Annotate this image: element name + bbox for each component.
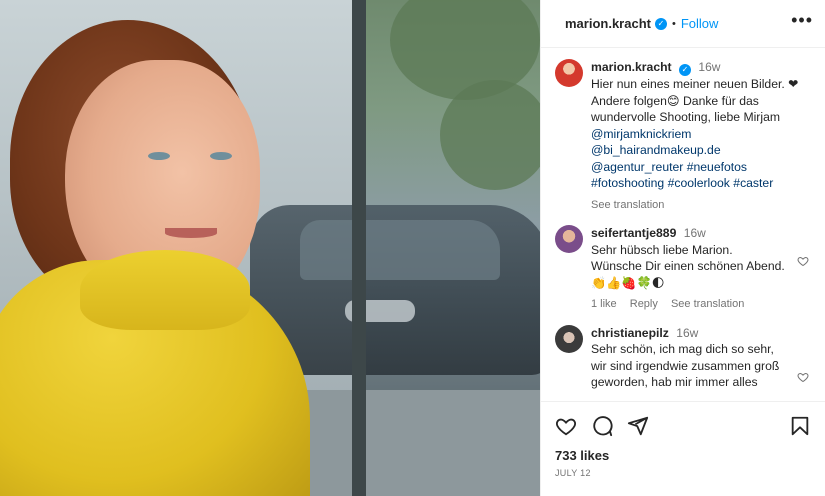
action-bar [555, 414, 811, 438]
post-header: marion.kracht ✓ • Follow ••• [541, 0, 825, 48]
post-side-panel: marion.kracht ✓ • Follow ••• marion.krac… [540, 0, 825, 496]
heart-icon[interactable] [555, 415, 577, 437]
comment-meta: 1 like Reply See translation [591, 296, 811, 313]
comment-time[interactable]: 16w [684, 226, 706, 240]
caption-body: marion.kracht ✓ 16w Hier nun eines meine… [591, 59, 811, 213]
see-translation-link[interactable]: See translation [671, 298, 744, 310]
photo-collar [80, 250, 250, 330]
caption-meta: See translation [591, 197, 811, 214]
caption: marion.kracht ✓ 16w Hier nun eines meine… [555, 59, 811, 213]
comment-like-heart-icon[interactable] [797, 371, 809, 383]
comment-body: christianepilz 16w Sehr schön, ich mag d… [591, 325, 811, 391]
photo-car-window [300, 220, 500, 280]
header-separator: • [671, 17, 676, 30]
more-options-icon[interactable]: ••• [791, 11, 813, 33]
likes-count[interactable]: 733 likes [555, 448, 811, 463]
caption-text-line: wundervolle Shooting, liebe Mirjam [591, 110, 781, 125]
avatar[interactable] [555, 225, 583, 254]
comment-username[interactable]: christianepilz [591, 326, 669, 340]
caption-text-line: Andere folgen😊 Danke für das [591, 93, 759, 108]
photo-eye-left [148, 152, 170, 160]
photo-tree [440, 80, 540, 190]
follow-button[interactable]: Follow [681, 16, 719, 31]
caption-link[interactable]: @bi_hairandmakeup.de [591, 142, 811, 159]
caption-text-line: Hier nun eines meiner neuen Bilder. ❤ [591, 77, 799, 92]
caption-link[interactable]: @agentur_reuter #neuefotos [591, 159, 811, 176]
caption-link[interactable]: #fotoshooting #coolerlook #caster [591, 175, 811, 192]
share-icon[interactable] [627, 415, 649, 437]
comment: seifertantje889 16w Sehr hübsch liebe Ma… [555, 225, 811, 313]
comment-likes-count[interactable]: 1 like [591, 298, 617, 310]
comment-username[interactable]: seifertantje889 [591, 226, 676, 240]
bookmark-icon[interactable] [789, 415, 811, 437]
header-username[interactable]: marion.kracht [565, 16, 651, 31]
comment-text: Sehr schön, ich mag dich so sehr, wir si… [591, 342, 780, 390]
verified-badge-icon: ✓ [679, 64, 691, 77]
avatar[interactable] [555, 324, 583, 353]
comment-icon[interactable] [591, 415, 613, 437]
comment-body: seifertantje889 16w Sehr hübsch liebe Ma… [591, 225, 811, 313]
comment: christianepilz 16w Sehr schön, ich mag d… [555, 324, 811, 391]
caption-username[interactable]: marion.kracht [591, 60, 672, 74]
comment-text: Sehr hübsch liebe Marion. Wünsche Dir ei… [591, 242, 785, 290]
avatar[interactable] [555, 59, 583, 87]
comment-like-heart-icon[interactable] [797, 255, 809, 267]
post-photo[interactable] [0, 0, 540, 496]
comment-time[interactable]: 16w [676, 326, 698, 340]
instagram-post: marion.kracht ✓ • Follow ••• marion.krac… [0, 0, 825, 496]
photo-eye-right [210, 152, 232, 160]
verified-badge-icon: ✓ [654, 17, 667, 30]
caption-link[interactable]: @mirjamknickriem [591, 126, 811, 143]
caption-time[interactable]: 16w [698, 60, 720, 74]
see-translation-link[interactable]: See translation [591, 199, 664, 211]
photo-mouth [165, 228, 217, 238]
post-actions: 733 likes JULY 12 [541, 401, 825, 496]
photo-window-frame [352, 0, 366, 496]
reply-button[interactable]: Reply [630, 298, 658, 310]
comments-list[interactable]: marion.kracht ✓ 16w Hier nun eines meine… [541, 49, 825, 401]
post-date[interactable]: JULY 12 [555, 468, 811, 478]
